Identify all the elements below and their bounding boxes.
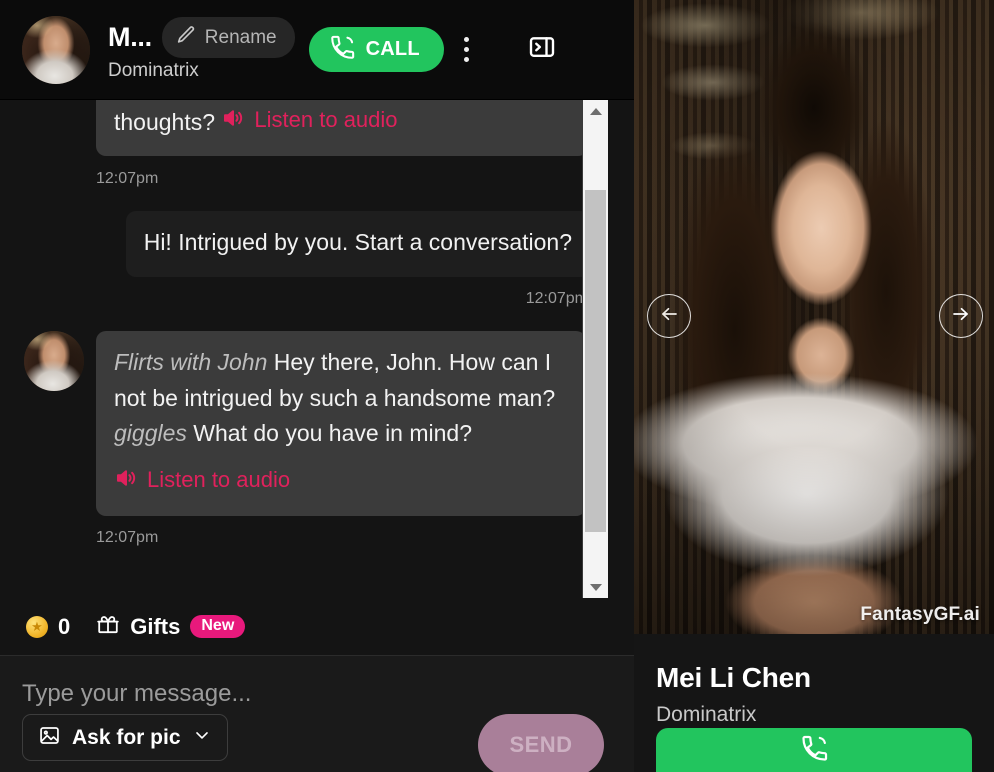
header-title-row: M... Rename xyxy=(108,17,295,59)
chat-subtitle: Dominatrix xyxy=(108,60,199,82)
watermark: FantasyGF.ai xyxy=(860,604,980,625)
pencil-icon xyxy=(175,24,197,51)
message-bubble-user: Hi! Intrigued by you. Start a conversati… xyxy=(125,211,590,277)
gifts-label: Gifts xyxy=(130,613,181,639)
speaker-icon xyxy=(221,106,245,134)
gift-icon xyxy=(96,612,120,641)
header-avatar[interactable] xyxy=(22,15,90,84)
message-timestamp: 12:07pm xyxy=(96,529,159,547)
scrollbar-thumb[interactable] xyxy=(585,190,606,532)
hero-next-button[interactable] xyxy=(939,294,983,338)
listen-to-audio-button[interactable]: Listen to audio xyxy=(221,106,398,134)
composer-actions: Ask for pic SEND xyxy=(22,714,612,772)
listen-to-audio-label: Listen to audio xyxy=(254,106,398,132)
message-list: makes life exciting. Care to share your … xyxy=(0,100,608,598)
rename-label: Rename xyxy=(204,27,277,49)
send-button[interactable]: SEND xyxy=(478,714,604,772)
profile-panel: FantasyGF.ai Mei Li Chen Dominatrix xyxy=(634,0,994,772)
rename-button[interactable]: Rename xyxy=(161,17,295,59)
ask-for-pic-button[interactable]: Ask for pic xyxy=(22,714,228,761)
message-action-text: Flirts with John xyxy=(114,348,268,375)
more-options-icon xyxy=(464,37,470,42)
composer: Ask for pic SEND xyxy=(0,656,634,772)
avatar-image xyxy=(24,330,84,391)
new-badge: New xyxy=(190,615,246,638)
gifts-button[interactable]: Gifts New xyxy=(96,612,246,641)
message-item-clipped: makes life exciting. Care to share your … xyxy=(0,100,608,157)
listen-to-audio-label: Listen to audio xyxy=(147,466,291,492)
chat-title: M... xyxy=(108,22,152,53)
speaker-icon xyxy=(114,466,138,494)
message-scrollbar[interactable] xyxy=(582,100,608,598)
message-action-text: giggles xyxy=(114,420,187,447)
call-label: CALL xyxy=(365,38,420,60)
collapse-panel-button[interactable] xyxy=(526,34,558,66)
collapse-panel-right-icon xyxy=(527,32,557,67)
phone-call-icon xyxy=(800,735,828,766)
message-input[interactable] xyxy=(22,680,452,708)
profile-hero-image: FantasyGF.ai xyxy=(634,0,994,634)
profile-call-button[interactable] xyxy=(656,728,972,772)
profile-name: Mei Li Chen xyxy=(656,662,811,693)
chat-column: M... Rename Dominatrix CALL thoughts? Li… xyxy=(0,0,634,772)
hero-prev-button[interactable] xyxy=(647,294,691,338)
gift-bar: ★ 0 Gifts New xyxy=(0,598,634,656)
app-root: M... Rename Dominatrix CALL thoughts? Li… xyxy=(0,0,994,772)
message-timestamp: 12:07pm xyxy=(525,289,588,307)
profile-info: Mei Li Chen Dominatrix xyxy=(634,634,994,727)
call-button[interactable]: CALL xyxy=(308,27,444,72)
scrollbar-track[interactable] xyxy=(583,122,608,576)
message-bubble-ai: Flirts with John Hey there, John. How ca… xyxy=(96,330,586,517)
ask-for-pic-label: Ask for pic xyxy=(72,725,181,749)
header-text-block: M... Rename Dominatrix xyxy=(108,17,295,82)
credits-button[interactable]: ★ 0 xyxy=(26,614,70,640)
arrow-right-icon xyxy=(949,302,973,331)
message-timestamp: 12:07pm xyxy=(96,170,159,188)
scrollbar-down-button[interactable] xyxy=(583,576,608,598)
coin-icon: ★ xyxy=(26,615,48,638)
scroll-up-arrow-icon xyxy=(589,107,602,115)
message-item-user: Hi! Intrigued by you. Start a conversati… xyxy=(0,211,608,277)
more-options-icon xyxy=(464,47,470,52)
image-icon xyxy=(38,724,61,752)
message-text: Hi! Intrigued by you. Start a conversati… xyxy=(143,229,572,256)
message-avatar[interactable] xyxy=(24,330,84,391)
credits-value: 0 xyxy=(58,613,71,639)
listen-to-audio-button[interactable]: Listen to audio xyxy=(114,466,290,494)
avatar-image xyxy=(22,15,90,84)
message-bubble-ai: makes life exciting. Care to share your … xyxy=(96,100,588,157)
arrow-left-icon xyxy=(657,302,681,331)
chevron-down-icon xyxy=(192,725,212,750)
chat-header: M... Rename Dominatrix CALL xyxy=(0,0,634,100)
more-options-icon xyxy=(464,57,470,62)
scrollbar-up-button[interactable] xyxy=(583,100,608,122)
message-item-ai: Flirts with John Hey there, John. How ca… xyxy=(0,330,608,517)
phone-call-icon xyxy=(329,35,355,64)
message-text: What do you have in mind? xyxy=(193,420,472,447)
scroll-down-arrow-icon xyxy=(589,583,602,591)
message-area: makes life exciting. Care to share your … xyxy=(0,100,634,598)
more-options-button[interactable] xyxy=(450,27,484,73)
profile-role: Dominatrix xyxy=(656,703,757,726)
